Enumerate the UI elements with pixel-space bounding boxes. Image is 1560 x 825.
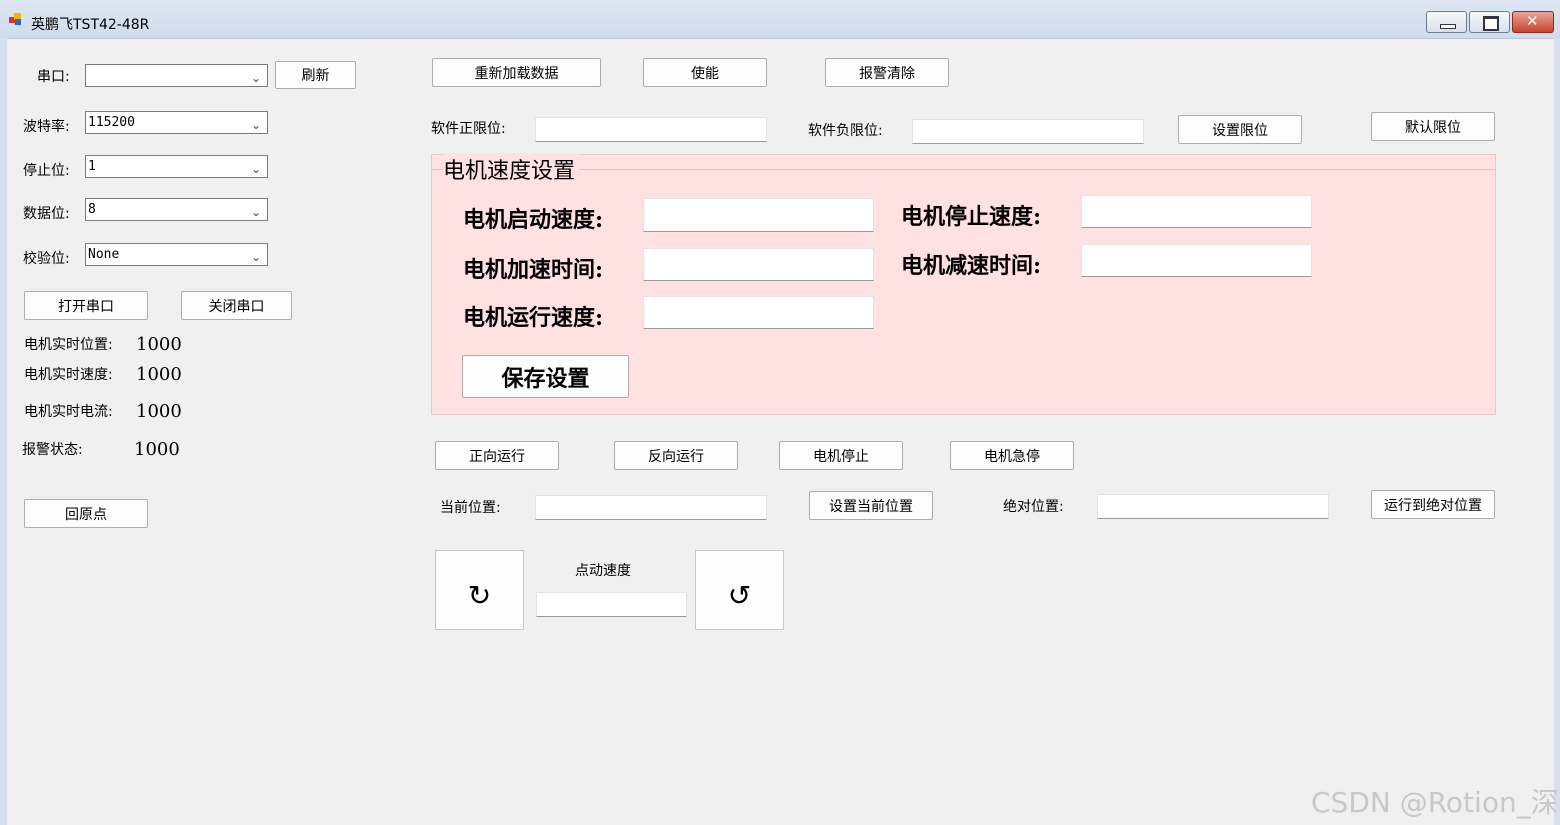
open-port-button[interactable]: 打开串口 bbox=[24, 291, 148, 320]
chevron-down-icon: ⌄ bbox=[250, 71, 261, 85]
home-button[interactable]: 回原点 bbox=[24, 499, 148, 528]
stop-speed-label: 电机停止速度: bbox=[901, 204, 1042, 230]
negative-limit-input[interactable] bbox=[912, 119, 1144, 144]
minimize-button[interactable] bbox=[1426, 11, 1467, 33]
positive-limit-label: 软件正限位: bbox=[431, 121, 506, 137]
alarm-status-value: 1000 bbox=[134, 439, 180, 460]
rotate-counterclockwise-icon: ↺ bbox=[727, 578, 752, 612]
reload-data-button[interactable]: 重新加载数据 bbox=[432, 58, 601, 87]
stopbits-select-value: 1 bbox=[88, 159, 96, 174]
window-frame-right bbox=[1554, 38, 1560, 825]
chevron-down-icon: ⌄ bbox=[250, 205, 261, 219]
realtime-speed-label: 电机实时速度: bbox=[24, 367, 113, 383]
chevron-down-icon: ⌄ bbox=[250, 118, 261, 132]
stopbits-label: 停止位: bbox=[23, 163, 70, 179]
decel-time-input[interactable] bbox=[1081, 244, 1312, 277]
realtime-current-value: 1000 bbox=[136, 401, 182, 422]
start-speed-label: 电机启动速度: bbox=[463, 207, 604, 233]
watermark-text: CSDN @Rotion_深 bbox=[1311, 786, 1559, 819]
refresh-button[interactable]: 刷新 bbox=[275, 61, 356, 89]
realtime-position-label: 电机实时位置: bbox=[24, 337, 113, 353]
save-settings-button[interactable]: 保存设置 bbox=[462, 355, 629, 398]
databits-label: 数据位: bbox=[23, 206, 70, 222]
chevron-down-icon: ⌄ bbox=[250, 250, 261, 264]
jog-counterclockwise-button[interactable]: ↺ bbox=[695, 550, 784, 630]
chevron-down-icon: ⌄ bbox=[250, 162, 261, 176]
absolute-position-label: 绝对位置: bbox=[1003, 499, 1064, 515]
set-current-position-button[interactable]: 设置当前位置 bbox=[809, 491, 933, 520]
databits-select[interactable]: 8 ⌄ bbox=[85, 198, 268, 221]
realtime-current-label: 电机实时电流: bbox=[24, 404, 113, 420]
jog-clockwise-button[interactable]: ↻ bbox=[435, 550, 524, 630]
stop-speed-input[interactable] bbox=[1081, 195, 1312, 228]
baud-select-value: 115200 bbox=[88, 115, 135, 130]
jog-speed-input[interactable] bbox=[536, 592, 687, 617]
close-icon: ✕ bbox=[1526, 12, 1539, 30]
set-limits-button[interactable]: 设置限位 bbox=[1178, 115, 1302, 144]
run-speed-input[interactable] bbox=[643, 296, 874, 329]
positive-limit-input[interactable] bbox=[535, 117, 767, 142]
decel-time-label: 电机减速时间: bbox=[901, 253, 1042, 279]
window-frame-left bbox=[0, 38, 7, 825]
accel-time-input[interactable] bbox=[643, 248, 874, 281]
absolute-position-input[interactable] bbox=[1097, 494, 1329, 519]
accel-time-label: 电机加速时间: bbox=[463, 257, 604, 283]
enable-button[interactable]: 使能 bbox=[643, 58, 767, 87]
jog-speed-label: 点动速度 bbox=[575, 563, 631, 579]
databits-select-value: 8 bbox=[88, 202, 96, 217]
maximize-button[interactable] bbox=[1469, 11, 1510, 33]
clear-alarm-button[interactable]: 报警清除 bbox=[825, 58, 949, 87]
port-label: 串口: bbox=[37, 69, 70, 85]
app-icon bbox=[9, 13, 23, 25]
emergency-stop-button[interactable]: 电机急停 bbox=[950, 441, 1074, 470]
default-limits-button[interactable]: 默认限位 bbox=[1371, 112, 1495, 141]
minimize-icon bbox=[1440, 24, 1456, 29]
start-speed-input[interactable] bbox=[643, 198, 874, 232]
run-speed-label: 电机运行速度: bbox=[463, 305, 604, 331]
close-port-button[interactable]: 关闭串口 bbox=[181, 291, 292, 320]
negative-limit-label: 软件负限位: bbox=[808, 123, 883, 139]
baud-label: 波特率: bbox=[23, 119, 70, 135]
title-bar: 英鹏飞TST42-48R ✕ bbox=[0, 0, 1560, 39]
current-position-input[interactable] bbox=[535, 495, 767, 520]
rotate-clockwise-icon: ↻ bbox=[467, 578, 492, 612]
realtime-position-value: 1000 bbox=[136, 334, 182, 355]
motor-stop-button[interactable]: 电机停止 bbox=[779, 441, 903, 470]
forward-run-button[interactable]: 正向运行 bbox=[435, 441, 559, 470]
parity-select-value: None bbox=[88, 247, 120, 262]
current-position-label: 当前位置: bbox=[440, 500, 501, 516]
stopbits-select[interactable]: 1 ⌄ bbox=[85, 155, 268, 178]
parity-select[interactable]: None ⌄ bbox=[85, 243, 268, 266]
run-to-absolute-button[interactable]: 运行到绝对位置 bbox=[1371, 490, 1495, 519]
reverse-run-button[interactable]: 反向运行 bbox=[614, 441, 738, 470]
close-window-button[interactable]: ✕ bbox=[1512, 11, 1554, 33]
window-title: 英鹏飞TST42-48R bbox=[31, 17, 150, 33]
parity-label: 校验位: bbox=[23, 251, 70, 267]
speed-group-title: 电机速度设置 bbox=[443, 153, 580, 185]
realtime-speed-value: 1000 bbox=[136, 364, 182, 385]
alarm-status-label: 报警状态: bbox=[22, 442, 83, 458]
group-divider bbox=[432, 169, 1495, 170]
port-select[interactable]: ⌄ bbox=[85, 64, 268, 87]
maximize-icon bbox=[1483, 16, 1499, 31]
baud-select[interactable]: 115200 ⌄ bbox=[85, 111, 268, 134]
